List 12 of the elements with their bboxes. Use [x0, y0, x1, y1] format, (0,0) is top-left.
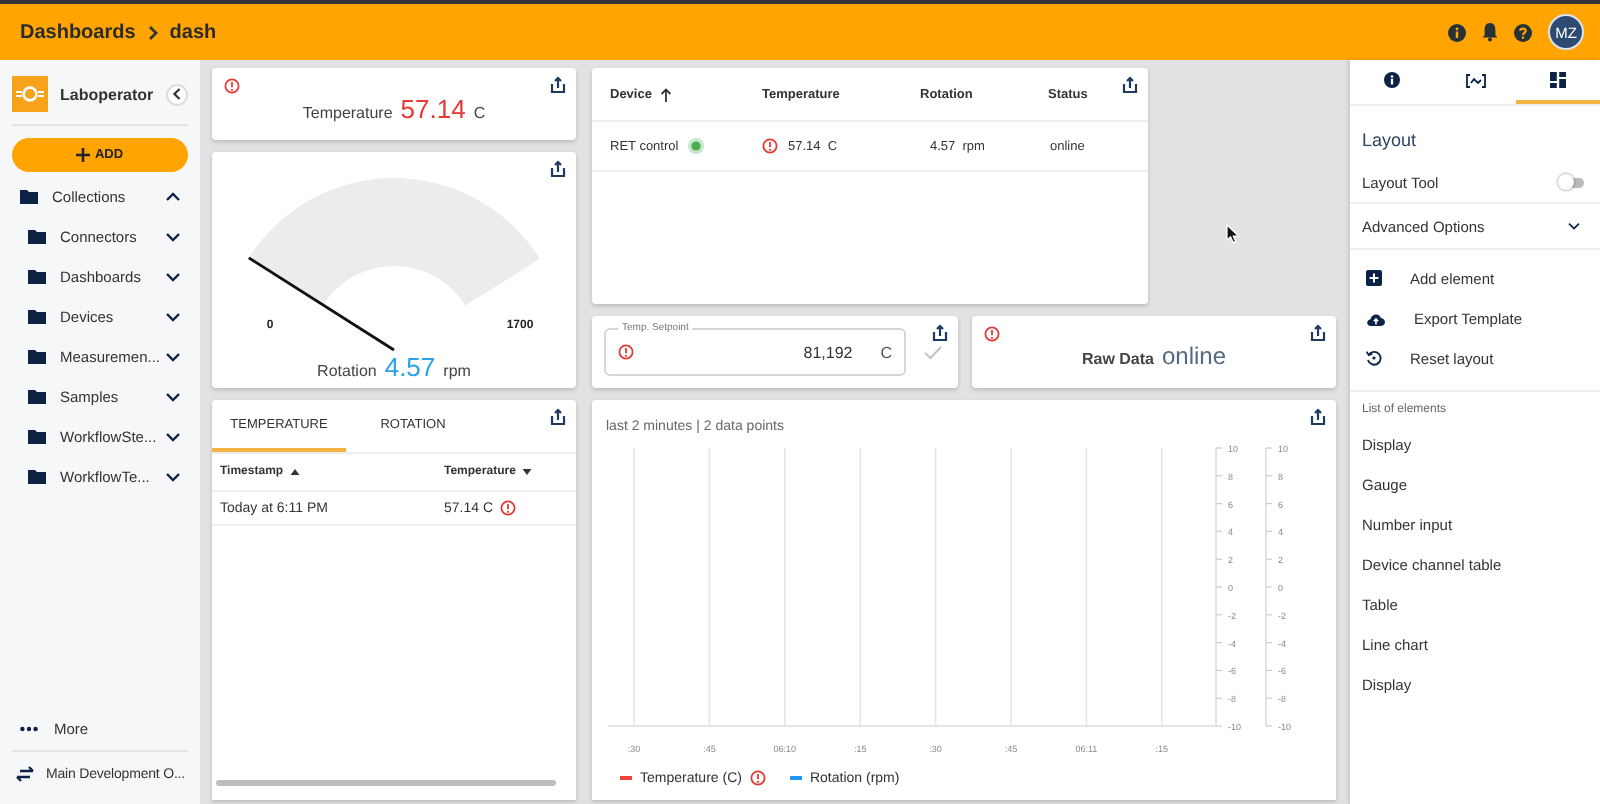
app-name: Laboperator	[60, 85, 156, 103]
gauge-label: Rotation	[317, 362, 377, 380]
display-label: Temperature	[302, 103, 393, 121]
breadcrumb-link[interactable]: Dashboards	[20, 21, 136, 43]
display-value: 57.14	[400, 93, 466, 123]
display-value: online	[1161, 342, 1227, 370]
display-label: Raw Data	[1081, 350, 1154, 368]
gauge-value: 4.57	[384, 352, 436, 382]
panel-title: Layout	[1360, 128, 1419, 154]
display-unit: C	[473, 103, 486, 121]
breadcrumb-link[interactable]: dash	[169, 21, 217, 43]
gauge-unit: rpm	[443, 362, 471, 380]
